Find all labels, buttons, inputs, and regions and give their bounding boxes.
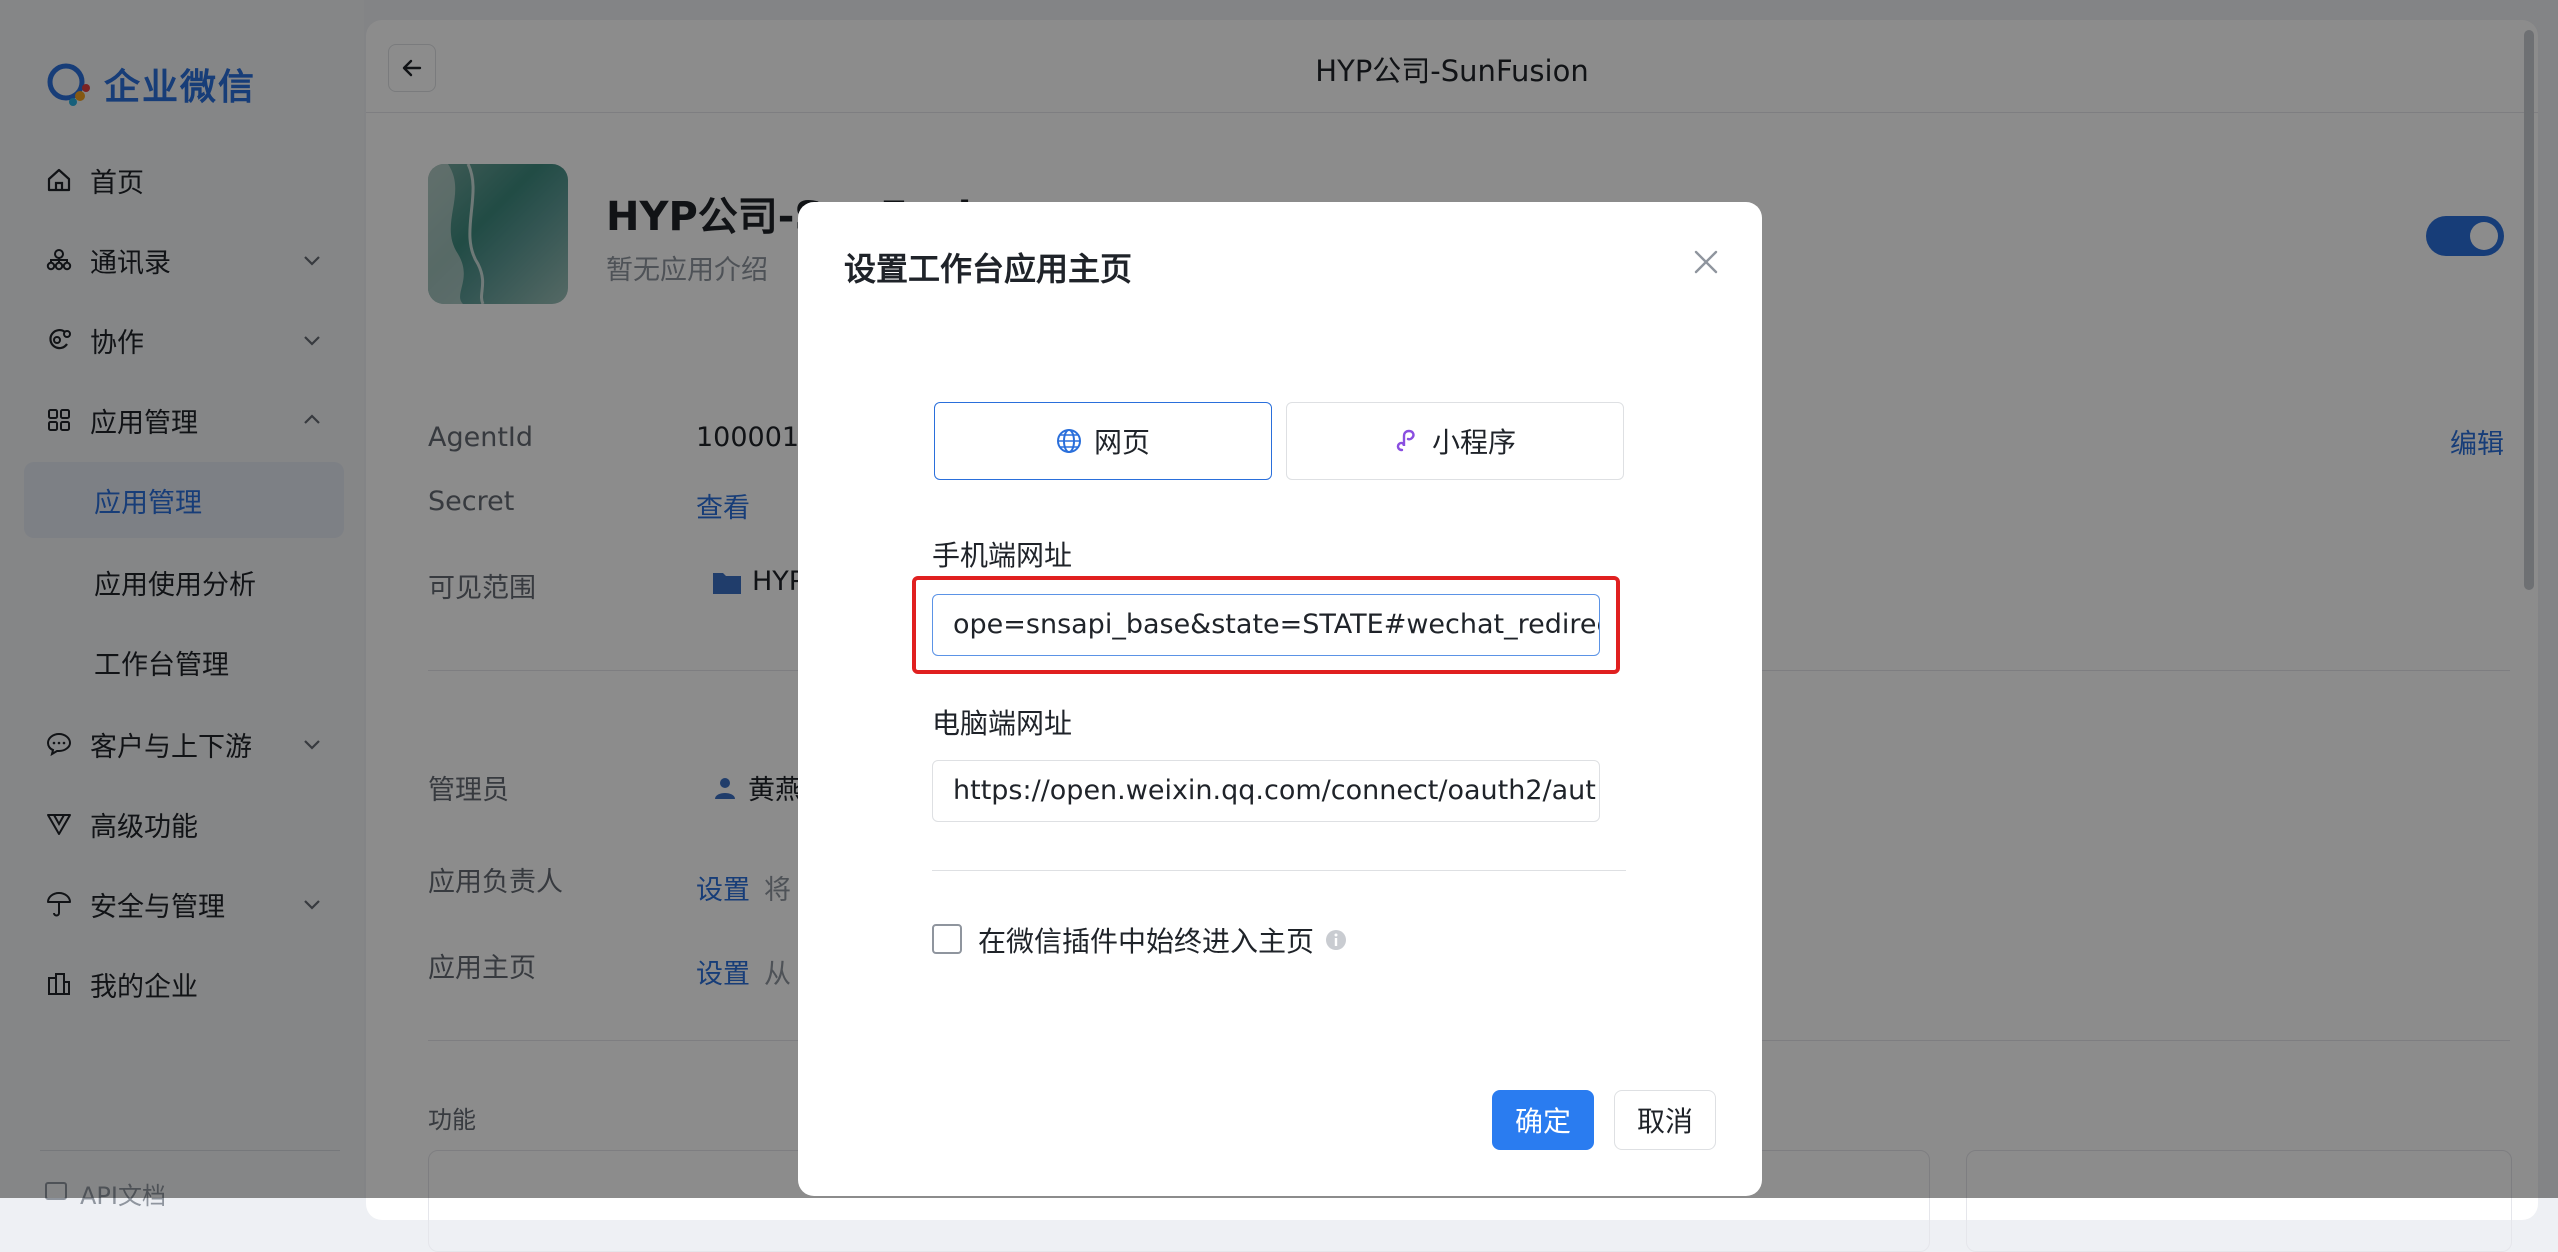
mobile-url-label: 手机端网址 — [932, 539, 1073, 572]
tab-mini-program[interactable]: 小程序 — [1286, 402, 1624, 480]
dialog-divider — [932, 870, 1626, 871]
info-icon[interactable] — [1324, 928, 1348, 952]
globe-icon — [1056, 427, 1084, 455]
checkbox-label-text: 在微信插件中始终进入主页 — [978, 925, 1315, 958]
cancel-button[interactable]: 取消 — [1614, 1090, 1716, 1150]
mini-program-icon — [1394, 427, 1422, 455]
dialog-title: 设置工作台应用主页 — [844, 250, 1133, 288]
homepage-settings-dialog: 设置工作台应用主页 网页 小程序 手机端网址 ope=snsapi_base&s… — [798, 202, 1762, 1196]
always-enter-homepage-label: 在微信插件中始终进入主页 — [978, 920, 1348, 960]
confirm-button[interactable]: 确定 — [1492, 1090, 1594, 1150]
tab-label: 小程序 — [1431, 426, 1516, 459]
pc-url-input[interactable]: https://open.weixin.qq.com/connect/oauth… — [932, 760, 1600, 822]
tab-label: 网页 — [1093, 426, 1150, 459]
always-enter-homepage-checkbox[interactable] — [932, 924, 962, 954]
tab-webpage[interactable]: 网页 — [934, 402, 1272, 480]
mobile-url-input[interactable]: ope=snsapi_base&state=STATE#wechat_redir… — [932, 594, 1600, 656]
close-icon[interactable] — [1690, 246, 1722, 278]
pc-url-label: 电脑端网址 — [932, 707, 1073, 740]
